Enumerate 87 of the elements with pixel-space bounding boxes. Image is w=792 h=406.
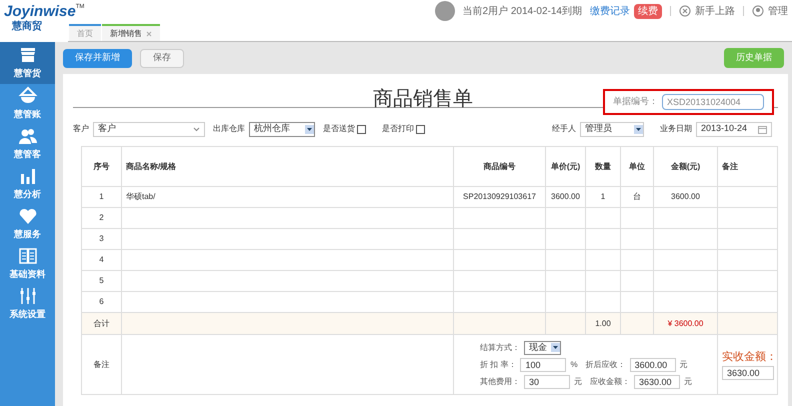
tab[interactable]: 新增销售 bbox=[102, 24, 160, 41]
input-field[interactable]: 100 bbox=[520, 358, 566, 372]
after-discount-label: 折后应收： bbox=[586, 358, 626, 370]
user-icon[interactable] bbox=[752, 5, 764, 17]
renew-badge[interactable]: 续费 bbox=[634, 4, 662, 18]
sidebar-item[interactable]: 慧管货 bbox=[0, 42, 55, 84]
dropdown-arrow-icon bbox=[551, 343, 560, 352]
remark-label: 备注 bbox=[94, 360, 110, 368]
receivable-label: 应收金额： bbox=[590, 376, 630, 388]
doc-number-field[interactable]: XSD20131024004 bbox=[662, 94, 764, 110]
table-cell: 2 bbox=[99, 213, 104, 222]
input-field[interactable]: 3630.00 bbox=[634, 374, 680, 388]
received-label: 实收金额： bbox=[722, 350, 777, 366]
sliders-icon bbox=[18, 286, 38, 306]
checkbox-label: 是否送货 bbox=[323, 123, 355, 135]
table-cell: 5 bbox=[99, 276, 104, 285]
close-icon[interactable] bbox=[146, 30, 152, 36]
unit-label: % bbox=[570, 358, 578, 370]
unit-label: 元 bbox=[574, 376, 582, 388]
total-quantity: 1.00 bbox=[595, 318, 611, 328]
column-header: 单位 bbox=[620, 146, 654, 186]
table-cell: 6 bbox=[99, 297, 104, 306]
customer-select[interactable]: 客户 bbox=[93, 122, 205, 136]
sidebar-item[interactable]: 系统设置 bbox=[0, 284, 55, 324]
logo-subtitle: 慧商贸 bbox=[12, 20, 42, 34]
admin-link[interactable]: 管理 bbox=[768, 4, 788, 18]
dropdown-arrow-icon bbox=[305, 124, 314, 134]
sidebar-item[interactable]: 慧管账 bbox=[0, 84, 55, 124]
warehouse-select[interactable]: 杭州仓库 bbox=[249, 122, 315, 136]
table-cell: 1 bbox=[600, 192, 606, 201]
settlement-label: 结算方式： bbox=[480, 342, 520, 354]
column-header: 商品名称/规格 bbox=[122, 146, 454, 186]
account-info: 当前2用户 2014-02-14到期 bbox=[462, 4, 582, 18]
avatar bbox=[434, 1, 454, 21]
table-cell: 台 bbox=[633, 192, 641, 201]
table-cell: SP20130929103617 bbox=[463, 192, 536, 201]
dropdown-arrow-icon bbox=[634, 124, 643, 134]
logo-text: Joyinwise bbox=[4, 4, 76, 19]
handler-label: 经手人 bbox=[552, 123, 576, 135]
discount-label: 折 扣 率： bbox=[480, 358, 516, 370]
save-button[interactable]: 保存 bbox=[140, 48, 184, 68]
column-header: 商品编号 bbox=[454, 146, 546, 186]
heart-icon bbox=[18, 206, 38, 226]
input-field[interactable]: 3630.00 bbox=[722, 366, 774, 380]
unit-label: 元 bbox=[684, 376, 692, 388]
save-and-new-button[interactable]: 保存并新增 bbox=[63, 48, 132, 68]
column-header: 单价(元) bbox=[546, 146, 586, 186]
divider bbox=[743, 6, 744, 16]
table-cell: 1 bbox=[99, 192, 104, 201]
table-cell: 3 bbox=[99, 234, 104, 243]
guide-link[interactable]: 新手上路 bbox=[695, 4, 735, 18]
calendar-icon bbox=[758, 124, 767, 134]
total-amount: ¥ 3600.00 bbox=[668, 318, 704, 328]
form-title: 商品销售单 bbox=[373, 87, 473, 112]
handler-select[interactable]: 管理员 bbox=[580, 122, 644, 136]
doc-number-label: 单据编号： bbox=[613, 95, 658, 108]
table-cell: 华硕tab/ bbox=[126, 192, 156, 201]
input-field[interactable]: 30 bbox=[524, 374, 570, 388]
divider bbox=[670, 6, 671, 16]
sidebar-item[interactable]: 慧服务 bbox=[0, 204, 55, 244]
table-cell: 3600.00 bbox=[551, 192, 580, 201]
total-label: 合计 bbox=[94, 318, 110, 328]
payment-link[interactable]: 缴费记录 bbox=[590, 4, 630, 18]
column-header: 备注 bbox=[718, 146, 778, 186]
checkbox-label: 是否打印 bbox=[382, 123, 414, 135]
checkbox[interactable] bbox=[416, 124, 425, 134]
customer-label: 客户 bbox=[73, 123, 89, 135]
table-cell: 3600.00 bbox=[671, 192, 700, 201]
warehouse-label: 出库仓库 bbox=[213, 123, 245, 135]
other-fee-label: 其他费用： bbox=[480, 376, 520, 388]
close-icon[interactable] bbox=[679, 5, 691, 17]
sidebar-item[interactable]: 慧管客 bbox=[0, 124, 55, 164]
column-header: 数量 bbox=[586, 146, 620, 186]
table-cell: 4 bbox=[99, 255, 104, 264]
checkbox[interactable] bbox=[357, 124, 366, 134]
input-field[interactable]: 3600.00 bbox=[630, 358, 676, 372]
settlement-select[interactable]: 现金 bbox=[524, 340, 561, 354]
chevron-icon bbox=[193, 126, 200, 132]
sidebar-item[interactable]: 基础资料 bbox=[0, 244, 55, 284]
column-header: 序号 bbox=[82, 146, 122, 186]
column-header: 金额(元) bbox=[654, 146, 718, 186]
date-field[interactable]: 2013-10-24 bbox=[696, 122, 772, 136]
sidebar-item[interactable]: 慧分析 bbox=[0, 164, 55, 204]
date-label: 业务日期 bbox=[660, 123, 692, 135]
book-icon bbox=[18, 246, 38, 266]
people-icon bbox=[18, 126, 38, 146]
unit-label: 元 bbox=[680, 358, 688, 370]
